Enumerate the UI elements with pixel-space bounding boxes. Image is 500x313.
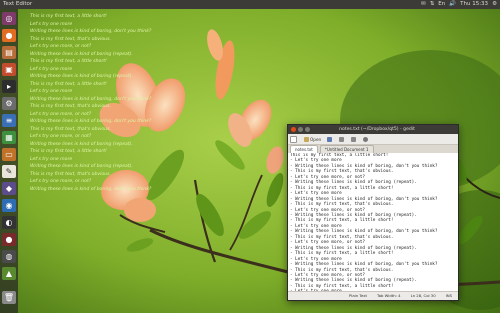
editor-line: - Writing these lines is kind of boring,… — [290, 229, 438, 235]
overlay-line: Let's try one more — [30, 21, 73, 27]
clock[interactable]: Thu 15:33 — [460, 0, 488, 9]
settings-icon[interactable]: ⚙ — [2, 97, 16, 110]
launcher: ◎ ● ▤ ▣ ▸ ⚙ ≡ ▦ ▭ ✎ ◆ ◉ ◐ ● ◍ ▲ 🗑 — [0, 9, 18, 313]
tab-width-selector[interactable]: Tab Width: 4 — [377, 292, 401, 300]
top-panel: Text Editor ✉ ⇅ En 🔊 Thu 15:33 ⚙ — [0, 0, 500, 9]
overlay-line: Let's try one more, or not? — [30, 44, 92, 49]
window-titlebar[interactable]: notes.txt (~/Dropbox/qt5) - gedit — [288, 125, 458, 134]
overlay-line: Writing these lines is kind of boring (r… — [30, 74, 133, 79]
overlay-line: This is my first text, a little short! — [30, 149, 107, 154]
app-icon-2[interactable]: ◉ — [2, 199, 16, 212]
desktop-text-overlay: This is my first text, a little short! Le… — [30, 13, 230, 193]
status-bar: Plain Text Tab Width: 4 Ln 28, Col 30 IN… — [288, 291, 458, 300]
minimize-icon[interactable] — [298, 127, 303, 132]
writer-icon[interactable]: ≡ — [2, 114, 16, 127]
files-icon[interactable]: ▤ — [2, 46, 16, 59]
calc-icon[interactable]: ▦ — [2, 131, 16, 144]
overlay-line: Let's try one more, or not? — [30, 179, 92, 184]
terminal-icon[interactable]: ▸ — [2, 80, 16, 93]
search-icon — [363, 136, 369, 142]
app-icon-6[interactable]: ▲ — [2, 267, 16, 280]
new-document-icon — [290, 135, 297, 143]
overlay-line: This is my first text, a little short! — [30, 59, 107, 64]
gedit-window: notes.txt (~/Dropbox/qt5) - gedit Open n… — [287, 124, 459, 301]
editor-text: This is my first text, a little short! - … — [288, 153, 458, 292]
cursor-position: Ln 28, Col 30 — [410, 293, 436, 298]
editor-line: - Writing these lines is kind of boring,… — [290, 262, 438, 268]
toolbar: Open — [288, 134, 458, 145]
text-editor-icon[interactable]: ✎ — [2, 165, 16, 178]
overlay-line: Writing these lines is kind of boring (r… — [30, 51, 133, 57]
window-title: notes.txt (~/Dropbox/qt5) - gedit — [339, 127, 415, 132]
search-button[interactable] — [363, 136, 369, 142]
overlay-line: Writing these lines is kind of boring (r… — [30, 141, 133, 147]
software-center-icon[interactable]: ▣ — [2, 63, 16, 76]
overlay-line: Let's try one more, or not? — [30, 111, 92, 117]
save-icon — [327, 136, 333, 142]
overlay-line: Let's try one more — [30, 156, 73, 162]
app-icon-3[interactable]: ◐ — [2, 216, 16, 229]
redo-button[interactable] — [351, 136, 357, 142]
keyboard-layout-indicator[interactable]: En — [438, 0, 445, 9]
undo-icon — [339, 136, 345, 142]
save-button[interactable] — [327, 136, 333, 142]
text-editor-area[interactable]: This is my first text, a little short! - … — [288, 153, 458, 292]
firefox-icon[interactable]: ● — [2, 29, 16, 42]
overlay-line: This is my first text, a little short! — [30, 81, 107, 87]
new-button[interactable] — [290, 135, 298, 143]
overlay-line: This is my first text, that's obvious. — [30, 171, 111, 177]
trash-icon[interactable]: 🗑 — [2, 291, 16, 304]
gear-icon[interactable]: ⚙ — [492, 0, 497, 9]
overlay-line: Writing these lines is kind of boring, d… — [30, 96, 152, 102]
overlay-line: This is my first text, a little short! — [30, 14, 107, 19]
impress-icon[interactable]: ▭ — [2, 148, 16, 161]
overlay-line: Let's try one more, or not? — [30, 134, 92, 139]
undo-button[interactable] — [339, 136, 345, 142]
open-button[interactable]: Open — [304, 136, 321, 142]
overlay-line: Writing these lines is kind of boring, d… — [30, 186, 152, 192]
network-icon[interactable]: ⇅ — [430, 0, 435, 9]
active-window-title: Text Editor — [3, 1, 33, 7]
redo-icon — [351, 136, 357, 142]
close-icon[interactable] — [291, 127, 296, 132]
overlay-line: Writing these lines is kind of boring, d… — [30, 119, 152, 124]
overlay-line: This is my first text, that's obvious. — [30, 126, 111, 132]
overlay-line: This is my first text, that's obvious. — [30, 104, 111, 109]
overlay-line: Writing these lines is kind of boring (r… — [30, 164, 133, 169]
tab-untitled[interactable]: *Untitled Document 1 — [319, 145, 374, 153]
app-icon-5[interactable]: ◍ — [2, 250, 16, 263]
folder-icon — [304, 136, 309, 142]
volume-icon[interactable]: 🔊 — [449, 0, 456, 9]
overlay-line: This is my first text, that's obvious. — [30, 36, 111, 42]
dash-icon[interactable]: ◎ — [2, 12, 16, 25]
app-icon[interactable]: ◆ — [2, 182, 16, 195]
insert-mode: INS — [445, 293, 452, 298]
overlay-line: Let's try one more — [30, 89, 73, 94]
app-icon-4[interactable]: ● — [2, 233, 16, 246]
overlay-line: Writing these lines is kind of boring, d… — [30, 29, 152, 34]
tab-notes[interactable]: notes.txt — [290, 145, 318, 153]
mail-icon[interactable]: ✉ — [421, 0, 426, 9]
document-tabs: notes.txt *Untitled Document 1 — [288, 145, 458, 153]
overlay-line: Let's try one more — [30, 66, 73, 72]
language-selector[interactable]: Plain Text — [349, 292, 367, 300]
